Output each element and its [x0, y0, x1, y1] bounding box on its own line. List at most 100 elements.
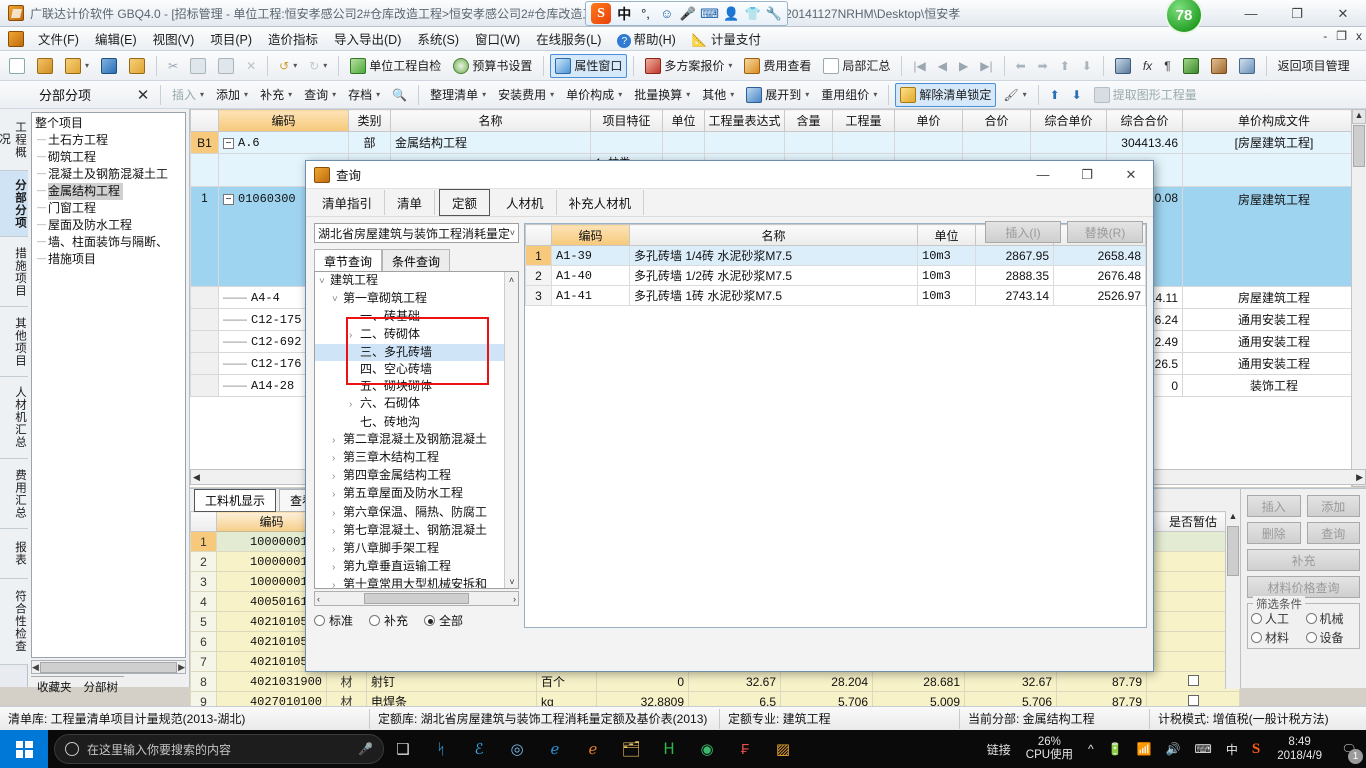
grid-header-name[interactable]: 名称 — [390, 109, 591, 132]
tree-item-ch9-vertical-transport[interactable]: › 第九章垂直运输工程 — [315, 558, 518, 576]
taskbar-search-box[interactable]: 在这里输入你要搜索的内容 🎤 — [54, 734, 384, 764]
tree-item-ch1-masonry[interactable]: ˅ 第一章砌筑工程 — [315, 290, 518, 308]
tree-tab-division-tree[interactable]: 分部树 — [77, 676, 124, 697]
tree-item-porous-brick-wall[interactable]: 三、多孔砖墙 — [315, 343, 518, 362]
cell-price-file[interactable]: 装饰工程 — [1182, 374, 1366, 397]
menu-view[interactable]: 视图(V) — [145, 26, 203, 51]
budget-settings-button[interactable]: 预算书设置 — [448, 54, 537, 78]
tree-item-ch5-roof[interactable]: › 第五章屋面及防水工程 — [315, 485, 518, 503]
tree-item-brick-masonry[interactable]: › 二、砖砌体 — [315, 326, 518, 344]
chevron-right-icon[interactable]: › — [332, 450, 343, 467]
cell-code[interactable]: A1-39 — [551, 245, 630, 266]
grid-header-comp-total[interactable]: 综合合价 — [1106, 109, 1183, 132]
taskbar-app-5-icon[interactable]: ₣ — [726, 730, 764, 768]
dialog-tree-hscroll-thumb[interactable] — [364, 593, 469, 604]
tree-node-measure-items[interactable]: 措施项目 — [35, 250, 182, 268]
other-button[interactable]: 其他 ▾ — [697, 83, 739, 107]
tree-node-wall-column-finish[interactable]: 墙、柱面装饰与隔断、 — [35, 233, 182, 251]
grid-header-unit[interactable]: 单位 — [662, 109, 705, 132]
battery-icon[interactable]: 🔋 — [1101, 742, 1130, 756]
tree-item-brick-foundation[interactable]: 一、砖基础 — [315, 308, 518, 325]
cell-content[interactable] — [784, 131, 833, 154]
cell-price-file[interactable]: 房屋建筑工程 — [1182, 286, 1366, 309]
query-button[interactable]: 查询 ▾ — [299, 83, 341, 107]
tree-item-ch3-wood[interactable]: › 第三章木结构工程 — [315, 449, 518, 467]
grid-header-comp-unit-price[interactable]: 综合单价 — [1030, 109, 1107, 132]
cell-market-price[interactable]: 28.204 — [780, 671, 873, 692]
ime-user-icon[interactable]: 👤 — [723, 5, 739, 22]
dialog-tree-scroll-down-icon[interactable]: ˅ — [505, 574, 518, 588]
supplement-button[interactable]: 补充 ▾ — [255, 83, 297, 107]
tree-item-brick-ditch[interactable]: 七、砖地沟 — [315, 414, 518, 431]
mdi-close-button[interactable]: x — [1356, 29, 1362, 43]
tree-scroll-right-icon[interactable]: ▶ — [178, 662, 185, 673]
table-row[interactable]: 1 A1-39 多孔砖墙 1/4砖 水泥砂浆M7.5 10m3 2867.95 … — [525, 245, 1146, 266]
cell-unit[interactable]: 10m3 — [917, 265, 976, 286]
chevron-right-icon[interactable]: › — [332, 577, 343, 588]
cell-unit[interactable]: 10m3 — [917, 245, 976, 266]
tab-material-display[interactable]: 工料机显示 — [194, 488, 277, 512]
ime-punctuation-button[interactable]: °, — [637, 5, 653, 22]
volume-icon[interactable]: 🔊 — [1159, 742, 1188, 756]
sogou-tray-icon[interactable]: S — [1245, 741, 1267, 758]
cut-button[interactable]: ✂ — [163, 54, 183, 78]
insert-button[interactable]: 插入 ▾ — [167, 83, 209, 107]
taskbar-app-3-icon[interactable]: ᕼ — [650, 730, 688, 768]
material-scroll-up-icon[interactable]: ▲ — [1226, 511, 1240, 525]
cell-price-file[interactable]: 通用安装工程 — [1182, 308, 1366, 331]
cell-name[interactable]: 多孔砖墙 1/2砖 水泥砂浆M7.5 — [629, 265, 918, 286]
delete-button[interactable]: ✕ — [241, 54, 261, 78]
chevron-right-icon[interactable]: › — [332, 559, 343, 576]
dialog-maximize-button[interactable]: ❐ — [1065, 161, 1109, 189]
dialog-tree-hscrollbar[interactable]: ‹ › — [314, 591, 519, 606]
chevron-right-icon[interactable]: › — [349, 327, 360, 344]
undo-button[interactable]: ↺ ▾ — [274, 54, 302, 78]
local-summary-button[interactable]: 局部汇总 — [818, 54, 895, 78]
dialog-close-button[interactable]: ✕ — [1109, 161, 1153, 189]
grid-header-code[interactable]: 编码 — [218, 109, 349, 132]
taskbar-browser-icon[interactable]: ℯ — [574, 730, 612, 768]
vtab-measure-items[interactable]: 措施项目 — [0, 237, 28, 307]
grid-header-category[interactable]: 类别 — [348, 109, 391, 132]
cell-category[interactable]: 部 — [348, 131, 391, 154]
cell-price-file[interactable]: 房屋建筑工程 — [1182, 186, 1366, 287]
menu-import-export[interactable]: 导入导出(D) — [326, 26, 409, 51]
cell-taxed-price[interactable]: 2743.14 — [975, 285, 1054, 306]
grid-header-price-file[interactable]: 单价构成文件 — [1182, 109, 1366, 132]
cell-subtotal[interactable]: 304413.46 — [1106, 131, 1183, 154]
tree-node-earthwork[interactable]: 土石方工程 — [35, 131, 182, 149]
mdi-minimize-button[interactable]: - — [1323, 29, 1327, 43]
cell-comp-price[interactable]: 28.681 — [872, 671, 965, 692]
cell-untaxed-price[interactable]: 2526.97 — [1053, 285, 1146, 306]
material-scroll-thumb[interactable] — [1227, 526, 1239, 576]
multi-quote-button[interactable]: 多方案报价 ▾ — [640, 54, 737, 78]
menu-system[interactable]: 系统(S) — [409, 26, 467, 51]
cell-name[interactable]: 多孔砖墙 1/4砖 水泥砂浆M7.5 — [629, 245, 918, 266]
radio-labor-icon[interactable] — [1251, 613, 1262, 624]
expand-collapse-icon[interactable]: − — [223, 138, 234, 149]
return-project-management-button[interactable]: 返回项目管理 — [1273, 54, 1355, 78]
tree-tab-favorites[interactable]: 收藏夹 — [31, 676, 78, 697]
reuse-price-button[interactable]: 重用组价 ▾ — [816, 83, 882, 107]
move-up-button[interactable]: ⬆ — [1055, 54, 1075, 78]
expand-to-button[interactable]: 展开到 ▾ — [741, 83, 814, 107]
result-header-name[interactable]: 名称 — [629, 224, 918, 246]
menu-online-service[interactable]: 在线服务(L) — [528, 26, 609, 51]
radio-supplement[interactable]: 补充 — [369, 612, 408, 629]
window-maximize-button[interactable]: ❐ — [1274, 0, 1320, 27]
chevron-right-icon[interactable]: › — [332, 523, 343, 540]
grid-header-content[interactable]: 含量 — [784, 109, 833, 132]
tree-root-node[interactable]: 整个项目 — [35, 115, 182, 132]
save-as-button[interactable] — [124, 54, 150, 78]
ime-chinese-icon[interactable]: 中 — [1219, 741, 1245, 758]
grid-scroll-up-icon[interactable]: ▲ — [1352, 109, 1366, 124]
cell-qty[interactable] — [832, 131, 895, 154]
list-button[interactable] — [1234, 54, 1260, 78]
cell-name[interactable]: 多孔砖墙 1砖 水泥砂浆M7.5 — [629, 285, 918, 306]
batch-convert-button[interactable]: 批量换算 ▾ — [629, 83, 695, 107]
tree-item-ch7-concrete-rebar[interactable]: › 第七章混凝土、钢筋混凝土 — [315, 522, 518, 540]
archive-button[interactable]: 存档 ▾ — [343, 83, 385, 107]
tray-expand-icon[interactable]: ^ — [1081, 742, 1101, 756]
tree-node-roof-waterproof[interactable]: 屋面及防水工程 — [35, 216, 182, 234]
start-button[interactable] — [0, 730, 48, 768]
